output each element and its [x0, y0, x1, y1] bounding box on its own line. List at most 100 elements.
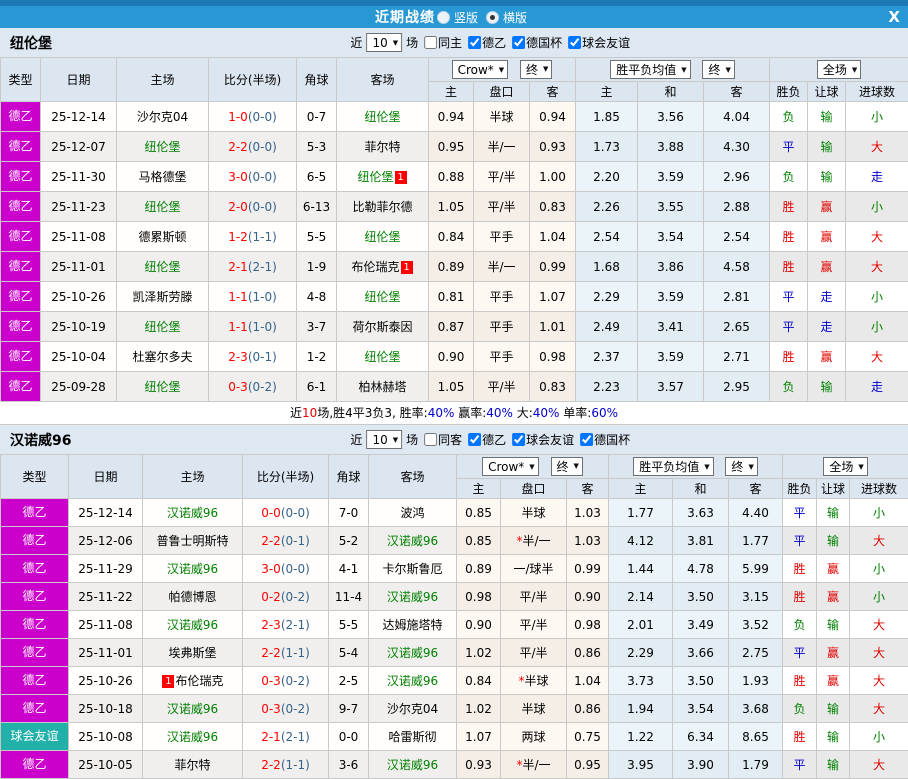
team-name-link[interactable]: 纽伦堡 — [357, 170, 393, 184]
match-type-cell: 德乙 — [1, 555, 69, 583]
away-odds-cell: 0.99 — [567, 555, 609, 583]
home-team-cell: 马格德堡 — [117, 162, 209, 192]
mean-final-select[interactable]: 终▼ — [725, 457, 757, 476]
odds-source-select[interactable]: Crow*▼ — [452, 60, 509, 79]
mean-away-cell: 2.54 — [704, 222, 770, 252]
same-venue-checkbox[interactable] — [424, 433, 437, 446]
handicap-result-cell: 赢 — [808, 342, 846, 372]
scope-select[interactable]: 全场▼ — [823, 457, 867, 476]
horizontal-layout-label[interactable]: 横版 — [503, 9, 527, 26]
team-name-link[interactable]: 汉诺威96 — [167, 562, 218, 576]
changed-handicap-star: * — [516, 758, 522, 772]
team-name-link[interactable]: 纽伦堡 — [144, 140, 180, 154]
score-cell: 0-0(0-0) — [243, 499, 329, 527]
summary-segment: 赢率: — [454, 406, 486, 420]
half-time-score: (1-1) — [248, 230, 277, 244]
team-name-link[interactable]: 汉诺威96 — [387, 674, 438, 688]
away-odds-cell: 1.04 — [530, 222, 576, 252]
league-checkbox[interactable] — [568, 36, 581, 49]
col-date: 日期 — [69, 455, 143, 499]
close-icon[interactable]: X — [888, 7, 900, 27]
changed-handicap-star: * — [518, 674, 524, 688]
mean-home-cell: 2.29 — [576, 282, 638, 312]
score-cell: 1-2(1-1) — [209, 222, 297, 252]
odds-final-select[interactable]: 终▼ — [520, 60, 552, 79]
team-name-link[interactable]: 汉诺威96 — [167, 618, 218, 632]
match-row: 德乙25-11-08德累斯顿1-2(1-1)5-5纽伦堡0.84平手1.042.… — [1, 222, 908, 252]
opponent-name: 柏林赫塔 — [358, 380, 406, 394]
team-name-link[interactable]: 纽伦堡 — [144, 320, 180, 334]
same-venue-checkbox[interactable] — [424, 36, 437, 49]
team-name-link[interactable]: 纽伦堡 — [364, 350, 400, 364]
away-team-cell: 荷尔斯泰因 — [337, 312, 429, 342]
team-name-link[interactable]: 纽伦堡 — [144, 260, 180, 274]
opponent-name: 波鸿 — [400, 506, 424, 520]
mean-final-select[interactable]: 终▼ — [702, 60, 734, 79]
vertical-layout-radio[interactable] — [437, 11, 450, 24]
home-odds-cell: 0.84 — [457, 667, 501, 695]
odds-group-header: Crow*▼ 终▼ — [457, 455, 609, 479]
mean-away-cell: 1.93 — [729, 667, 783, 695]
opponent-name: 沙尔克04 — [387, 702, 438, 716]
team-name-link[interactable]: 汉诺威96 — [167, 702, 218, 716]
result-cell: 胜 — [770, 252, 808, 282]
goals-result-cell: 大 — [850, 695, 908, 723]
away-odds-cell: 0.90 — [567, 583, 609, 611]
league-checkbox[interactable] — [580, 433, 593, 446]
team-name-link[interactable]: 纽伦堡 — [144, 380, 180, 394]
half-time-score: (2-1) — [281, 618, 310, 632]
team-name-link[interactable]: 纽伦堡 — [364, 230, 400, 244]
league-checkbox[interactable] — [512, 433, 525, 446]
home-team-cell: 汉诺威96 — [143, 723, 243, 751]
away-odds-cell: 1.07 — [530, 282, 576, 312]
mean-select[interactable]: 胜平负均值▼ — [610, 60, 690, 79]
match-date: 25-12-14 — [69, 499, 143, 527]
vertical-layout-label[interactable]: 竖版 — [454, 9, 478, 26]
mean-away-cell: 4.04 — [704, 102, 770, 132]
opponent-name: 菲尔特 — [174, 758, 210, 772]
section-header-team2: 汉诺威96 近 10▼ 场 同客 德乙 球会友谊 德国杯 — [0, 425, 908, 454]
league-checkbox[interactable] — [468, 36, 481, 49]
team-name-link[interactable]: 汉诺威96 — [387, 646, 438, 660]
handicap-cell: 一/球半 — [501, 555, 567, 583]
mean-away-cell: 2.71 — [704, 342, 770, 372]
subcol-result: 胜负 — [783, 479, 817, 499]
odds-source-select[interactable]: Crow*▼ — [482, 457, 539, 476]
recent-count-select[interactable]: 10▼ — [366, 430, 402, 449]
chevron-down-icon: ▼ — [393, 39, 398, 47]
team-name-link[interactable]: 纽伦堡 — [144, 200, 180, 214]
team-name-link[interactable]: 汉诺威96 — [167, 730, 218, 744]
full-time-score: 2-1 — [261, 730, 281, 744]
team-name-link[interactable]: 纽伦堡 — [364, 110, 400, 124]
half-time-score: (0-1) — [248, 350, 277, 364]
mean-select[interactable]: 胜平负均值▼ — [633, 457, 713, 476]
full-time-score: 1-1 — [228, 320, 248, 334]
scope-select[interactable]: 全场▼ — [817, 60, 861, 79]
corners-cell: 5-4 — [329, 639, 369, 667]
full-time-score: 0-3 — [261, 702, 281, 716]
league-checkbox[interactable] — [468, 433, 481, 446]
col-date: 日期 — [41, 58, 117, 102]
match-type-cell: 德乙 — [1, 583, 69, 611]
team-name-link[interactable]: 汉诺威96 — [387, 758, 438, 772]
same-venue-filter: 同主 — [418, 34, 462, 51]
team-name-link[interactable]: 汉诺威96 — [387, 534, 438, 548]
recent-prefix-label: 近 — [350, 34, 362, 51]
odds-group-header: Crow*▼ 终▼ — [429, 58, 576, 82]
team-name-link[interactable]: 汉诺威96 — [387, 590, 438, 604]
corners-cell: 4-1 — [329, 555, 369, 583]
result-cell: 平 — [783, 639, 817, 667]
handicap-cell: 平/半 — [474, 372, 530, 402]
match-type-badge: 德乙 — [1, 282, 40, 311]
match-type-badge: 德乙 — [1, 132, 40, 161]
team-name-link[interactable]: 汉诺威96 — [167, 506, 218, 520]
odds-final-select[interactable]: 终▼ — [551, 457, 583, 476]
home-odds-cell: 1.05 — [429, 372, 474, 402]
team-name-link[interactable]: 纽伦堡 — [364, 290, 400, 304]
horizontal-layout-radio[interactable] — [486, 11, 499, 24]
goals-result-cell: 大 — [850, 527, 908, 555]
recent-count-select[interactable]: 10▼ — [366, 33, 402, 52]
league-checkbox[interactable] — [512, 36, 525, 49]
home-odds-cell: 0.93 — [457, 751, 501, 779]
match-type-badge: 德乙 — [1, 222, 40, 251]
